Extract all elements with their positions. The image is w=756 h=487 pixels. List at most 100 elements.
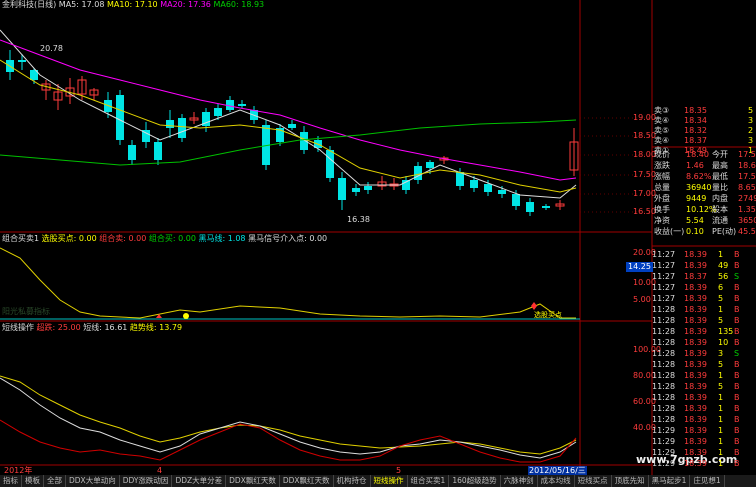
tick-side: B <box>734 305 740 314</box>
stat-value: 5.54 <box>686 216 704 225</box>
tick-volume: 1 <box>718 404 724 413</box>
tick-side: B <box>734 371 740 380</box>
candle-body <box>456 172 464 186</box>
candle-body <box>470 180 478 188</box>
stat-value: 8.62% <box>686 172 712 181</box>
tick-side: B <box>734 294 740 303</box>
panel3-l3: 趋势线: 13.79 <box>129 323 183 332</box>
tick-price: 18.39 <box>684 448 707 457</box>
ma20-value: MA20: 17.36 <box>160 0 211 9</box>
tick-volume: 1 <box>718 250 724 259</box>
indicator-tab[interactable]: 黑马起步1 <box>649 475 691 487</box>
buy-marker <box>183 313 189 319</box>
tick-side: B <box>734 338 740 347</box>
tick-time: 11:28 <box>652 393 676 402</box>
panel3-legend: 短线操作 超跌: 25.00 短线: 16.61 趋势线: 13.79 <box>2 323 182 333</box>
candle-body <box>498 190 506 194</box>
indicator-tab[interactable]: DDX飘红天数 <box>280 475 334 487</box>
indicator-tab[interactable]: 短线买点 <box>575 475 612 487</box>
panel2-line <box>0 247 576 319</box>
tick-row: 11:27 18.39 49 B <box>652 260 756 271</box>
ask-price: 18.35 <box>684 106 707 115</box>
oversold-line <box>0 419 577 463</box>
stat-label: 收益(一) <box>654 227 685 236</box>
stat-value: 1.46 <box>686 161 704 170</box>
stat-value: 18.40 <box>686 150 709 159</box>
candle-body <box>352 188 360 192</box>
indicator-tab[interactable]: 庄见想1 <box>690 475 725 487</box>
tick-time: 11:27 <box>652 261 676 270</box>
tick-row: 11:27 18.37 56 S <box>652 271 756 282</box>
panel2-watermark: 阳光私募指标 <box>2 307 50 316</box>
tick-volume: 1 <box>718 437 724 446</box>
stat-value: 8.65 <box>738 183 756 192</box>
tick-price: 18.39 <box>684 283 707 292</box>
tick-time: 11:29 <box>652 448 676 457</box>
stat-row: 涨跌 1.46 最高 18.66 <box>652 161 756 171</box>
tick-side: S <box>734 272 740 281</box>
indicator-tab[interactable]: 六脉神剑 <box>501 475 538 487</box>
indicator-tab[interactable]: DDY涨跌动因 <box>120 475 173 487</box>
indicator-tab[interactable]: DDZ大单分差 <box>172 475 227 487</box>
ask-label: 卖③ <box>654 106 670 115</box>
tick-row: 11:29 18.39 1 B <box>652 436 756 447</box>
indicator-tab[interactable]: DDX大单动向 <box>66 475 120 487</box>
indicator-tab[interactable]: 成本均线 <box>538 475 575 487</box>
tick-row: 11:27 18.39 1 B <box>652 249 756 260</box>
tick-time: 11:28 <box>652 349 676 358</box>
tick-side: B <box>734 283 740 292</box>
tick-row: 11:29 18.39 1 B <box>652 447 756 458</box>
indicator-panel-3-lines <box>0 375 577 463</box>
panel2-name: 组合买卖1 <box>2 234 40 243</box>
tick-price: 18.39 <box>684 426 707 435</box>
tick-volume: 1 <box>718 393 724 402</box>
ask-label: 卖④ <box>654 116 670 125</box>
stat-value: 17.54 <box>738 150 756 159</box>
stat-value: 45.5 <box>738 227 756 236</box>
candle-body <box>338 178 346 200</box>
panel2-buy2: 组合买: 0.00 <box>148 234 196 243</box>
tick-side: B <box>734 437 740 446</box>
ma-legend: 金利科技(日线) MA5: 17.08 MA10: 17.10 MA20: 17… <box>2 0 264 10</box>
tick-side: B <box>734 404 740 413</box>
tick-time: 11:28 <box>652 371 676 380</box>
indicator-tab[interactable]: 模板 <box>22 475 44 487</box>
tick-volume: 49 <box>718 261 729 270</box>
panel3-l1: 超跌: 25.00 <box>36 323 81 332</box>
indicator-tab[interactable]: 短线操作 <box>371 475 408 487</box>
ask-row: 卖④ 18.37 3 <box>652 136 756 146</box>
stat-label: 总量 <box>654 183 670 192</box>
indicator-tab[interactable]: 顶底先知 <box>612 475 649 487</box>
tick-price: 18.39 <box>684 338 707 347</box>
stat-row: 收益(一) 0.10 PE(动) 45.5 <box>652 227 756 237</box>
candle-body <box>300 132 308 150</box>
candle-body <box>288 124 296 128</box>
tick-row: 11:29 18.39 1 B <box>652 458 756 469</box>
tick-side: S <box>734 349 740 358</box>
tick-row: 11:28 18.39 135 B <box>652 326 756 337</box>
tick-time: 11:28 <box>652 338 676 347</box>
indicator-tab[interactable]: DDX飘红天数 <box>226 475 280 487</box>
indicator-tab[interactable]: 全部 <box>44 475 66 487</box>
stat-label: 换手 <box>654 205 670 214</box>
ask-row: 卖④ 18.34 3 <box>652 116 756 126</box>
panel2-legend: 组合买卖1 选股买点: 0.00 组合卖: 0.00 组合买: 0.00 黑马线… <box>2 234 327 244</box>
indicator-tab[interactable]: 指标 <box>0 475 22 487</box>
ma5-line <box>0 29 577 199</box>
ask-row: 卖⑤ 18.32 2 <box>652 126 756 136</box>
tick-side: B <box>734 448 740 457</box>
candle-body <box>326 150 334 178</box>
tick-volume: 3 <box>718 349 724 358</box>
stat-value: 1.35亿 <box>738 205 756 214</box>
indicator-tab[interactable]: 160超级趋势 <box>449 475 501 487</box>
indicator-tab[interactable]: 机构持仓 <box>334 475 371 487</box>
candle-body <box>512 194 520 206</box>
indicator-tab[interactable]: 组合买卖1 <box>408 475 450 487</box>
tick-volume: 5 <box>718 360 724 369</box>
panel3-l2: 短线: 16.61 <box>83 323 128 332</box>
ma10-value: MA10: 17.10 <box>106 0 158 9</box>
tick-price: 18.39 <box>684 305 707 314</box>
tick-time: 11:29 <box>652 437 676 446</box>
tick-volume: 1 <box>718 448 724 457</box>
tick-row: 11:28 18.39 5 B <box>652 359 756 370</box>
